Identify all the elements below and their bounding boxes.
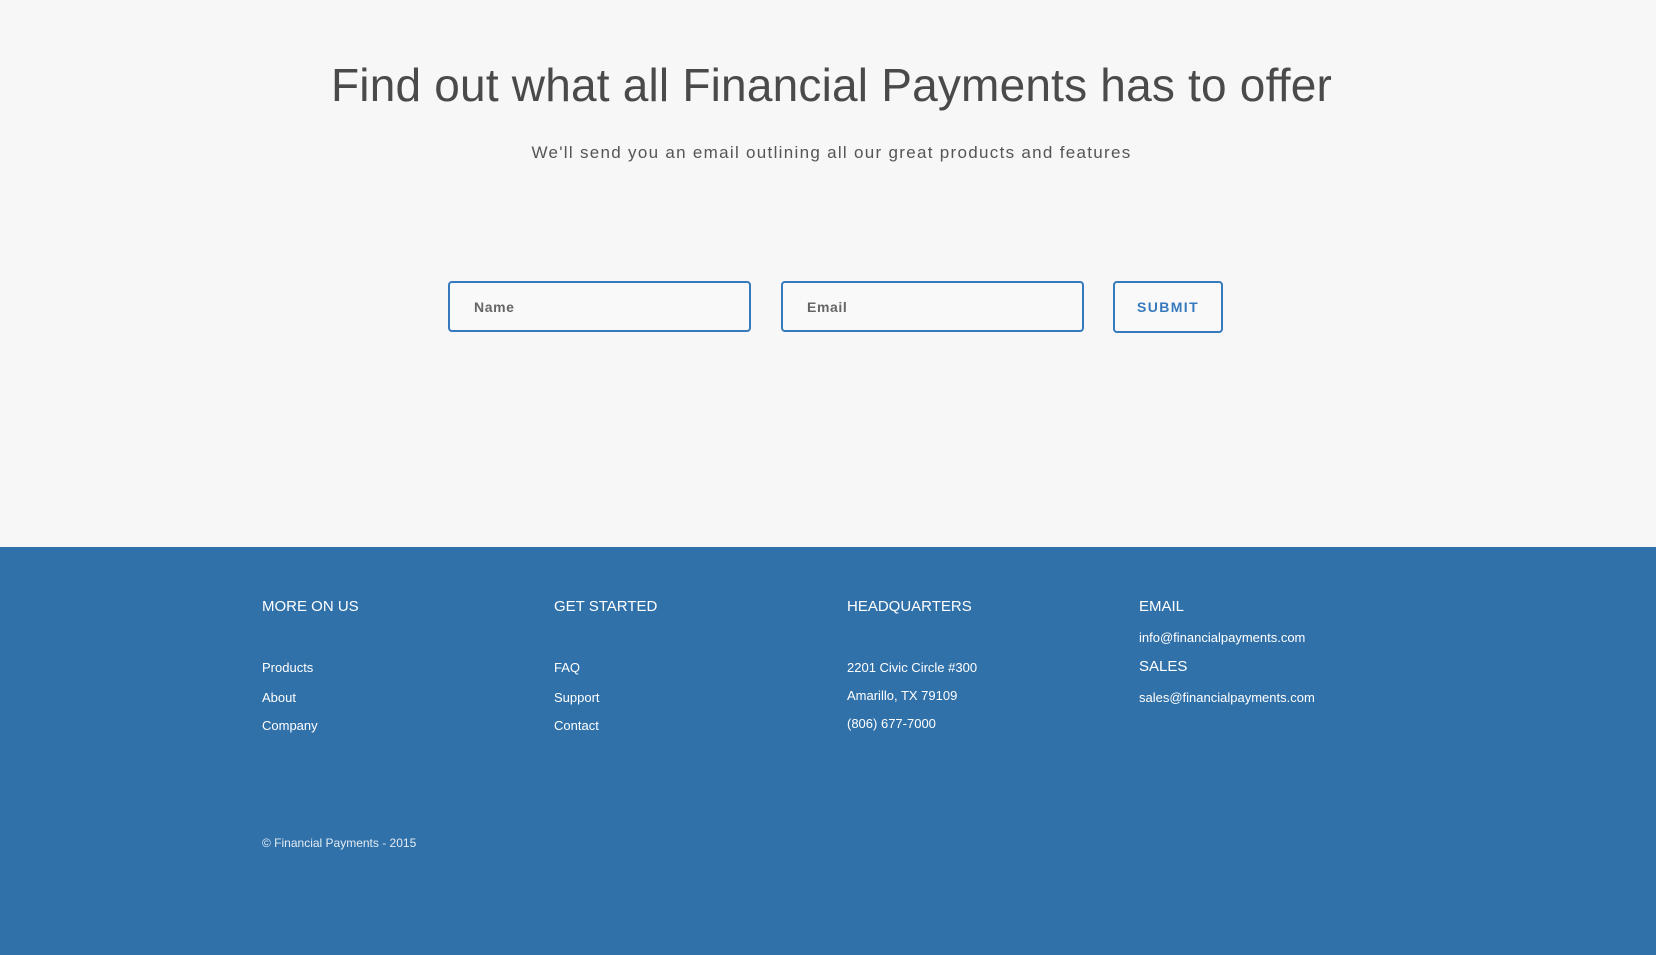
footer-heading-sales: SALES (1139, 658, 1188, 675)
signup-section: Find out what all Financial Payments has… (0, 0, 1656, 547)
footer-link-faq[interactable]: FAQ (554, 660, 580, 675)
info-email-link[interactable]: info@financialpayments.com (1139, 630, 1305, 645)
footer-link-company[interactable]: Company (262, 718, 318, 733)
footer-heading-more-on-us: MORE ON US (262, 598, 359, 615)
page-title: Find out what all Financial Payments has… (330, 59, 1333, 111)
copyright-text: © Financial Payments - 2015 (262, 836, 417, 850)
phone-number: (806) 677-7000 (847, 716, 936, 731)
email-input[interactable] (781, 281, 1084, 332)
footer-link-contact[interactable]: Contact (554, 718, 599, 733)
footer-heading-get-started: GET STARTED (554, 598, 658, 615)
name-input[interactable] (448, 281, 751, 332)
site-footer: MORE ON US Products About Company GET ST… (0, 547, 1656, 955)
submit-button[interactable]: SUBMIT (1113, 281, 1223, 333)
page-subtitle: We'll send you an email outlining all ou… (531, 143, 1132, 162)
footer-link-support[interactable]: Support (554, 690, 600, 705)
footer-link-products[interactable]: Products (262, 660, 313, 675)
footer-heading-email: EMAIL (1139, 598, 1185, 615)
address-line-city: Amarillo, TX 79109 (847, 688, 958, 703)
address-line-street: 2201 Civic Circle #300 (847, 660, 978, 675)
sales-email-link[interactable]: sales@financialpayments.com (1139, 690, 1315, 705)
footer-link-about[interactable]: About (262, 690, 296, 705)
footer-heading-headquarters: HEADQUARTERS (847, 598, 972, 615)
